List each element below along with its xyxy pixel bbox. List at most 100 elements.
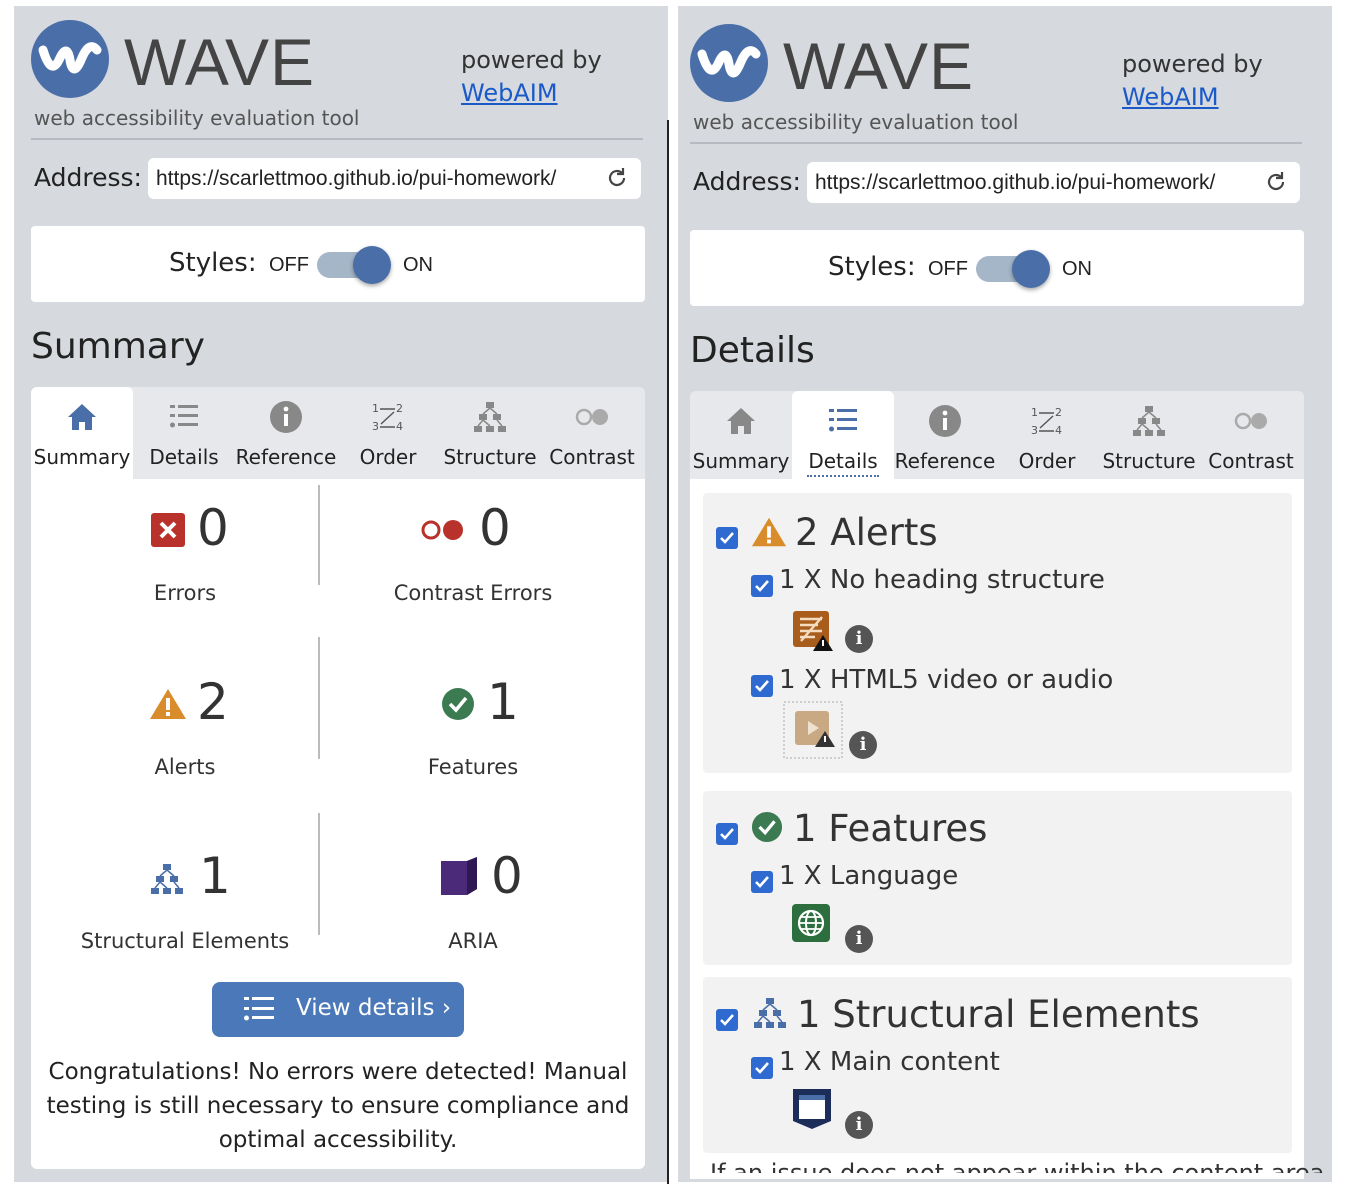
summary-body: 0 Errors 0 Contrast Errors 2 Alerts 1 Fe… <box>31 479 645 1169</box>
stat-aria[interactable]: 0 ARIA <box>323 847 623 967</box>
stat-count: 1 <box>199 847 231 905</box>
tab-label: Contrast <box>549 445 635 469</box>
stat-structural-elements[interactable]: 1 Structural Elements <box>35 847 335 967</box>
tab-reference[interactable]: Reference <box>894 391 996 483</box>
tab-label: Details <box>149 445 219 469</box>
info-icon <box>270 401 302 433</box>
wave-details-panel: WAVE web accessibility evaluation tool p… <box>678 6 1332 1182</box>
stat-label: Structural Elements <box>80 929 290 953</box>
group-checkbox[interactable] <box>716 823 738 845</box>
address-label: Address: <box>693 167 801 196</box>
tab-label: Structure <box>443 445 537 469</box>
video-alert-icon[interactable] <box>783 701 843 759</box>
address-field[interactable]: https://scarlettmoo.github.io/pui-homewo… <box>807 162 1300 203</box>
item-checkbox[interactable] <box>751 575 773 597</box>
wave-logo-icon <box>31 20 109 98</box>
congrats-message: Congratulations! No errors were detected… <box>46 1059 630 1153</box>
stat-alerts[interactable]: 2 Alerts <box>35 673 335 793</box>
info-icon[interactable]: i <box>845 925 873 953</box>
app-subtitle: web accessibility evaluation tool <box>34 106 360 130</box>
webaim-link[interactable]: WebAIM <box>461 79 558 107</box>
reload-icon[interactable] <box>1264 170 1288 194</box>
styles-toggle[interactable] <box>317 246 391 284</box>
stat-count: 2 <box>197 673 229 731</box>
svg-text:2: 2 <box>396 402 403 415</box>
address-field[interactable]: https://scarlettmoo.github.io/pui-homewo… <box>148 158 641 199</box>
tab-summary[interactable]: Summary <box>31 387 133 479</box>
tab-bar: Summary Details Reference 1 2 3 4 Order Str… <box>31 387 645 479</box>
tab-label: Order <box>1018 449 1076 473</box>
styles-on-label: ON <box>403 254 433 276</box>
tab-label: Order <box>359 445 417 469</box>
home-icon <box>68 404 96 430</box>
styles-on-label: ON <box>1062 258 1092 280</box>
stat-errors[interactable]: 0 Errors <box>35 499 335 619</box>
tab-contrast[interactable]: Contrast <box>1200 391 1302 483</box>
styles-label: Styles: <box>169 248 257 278</box>
view-details-label: View details › <box>296 995 452 1021</box>
tab-structure[interactable]: Structure <box>1098 391 1200 483</box>
tab-summary[interactable]: Summary <box>690 391 792 483</box>
tab-label: Details <box>807 449 879 477</box>
no-heading-icon[interactable] <box>791 609 833 651</box>
aria-cube-icon <box>441 857 477 895</box>
list-icon <box>829 409 857 432</box>
tab-details[interactable]: Details <box>133 387 235 479</box>
styles-toggle-box: Styles: OFF ON <box>690 230 1304 306</box>
stat-label: Contrast Errors <box>393 581 553 605</box>
header-divider <box>31 138 643 140</box>
tab-reference[interactable]: Reference <box>235 387 337 479</box>
toggle-knob[interactable] <box>1012 250 1050 288</box>
toggle-knob[interactable] <box>353 246 391 284</box>
item-label: 1 X No heading structure <box>779 565 1105 595</box>
structure-icon <box>474 402 506 432</box>
info-icon[interactable]: i <box>845 1111 873 1139</box>
group-checkbox[interactable] <box>716 527 738 549</box>
tab-contrast[interactable]: Contrast <box>541 387 643 479</box>
stat-count: 1 <box>487 673 519 731</box>
svg-text:1: 1 <box>372 402 379 415</box>
stat-count: 0 <box>479 499 511 557</box>
styles-off-label: OFF <box>269 254 309 276</box>
info-icon[interactable]: i <box>845 625 873 653</box>
address-input[interactable]: https://scarlettmoo.github.io/pui-homewo… <box>156 167 592 191</box>
alert-icon <box>150 689 186 719</box>
tab-order[interactable]: 1 2 3 4 Order <box>996 391 1098 483</box>
group-checkbox[interactable] <box>716 1009 738 1031</box>
panel-divider <box>667 120 669 1184</box>
svg-text:4: 4 <box>1055 424 1062 437</box>
info-icon[interactable]: i <box>849 731 877 759</box>
styles-toggle[interactable] <box>976 250 1050 288</box>
item-label: 1 X Language <box>779 861 959 891</box>
truncated-footer-text: If an issue does not appear within the c… <box>710 1159 1332 1173</box>
main-content-icon[interactable] <box>791 1087 833 1131</box>
tab-details[interactable]: Details <box>792 391 894 483</box>
stat-label: Features <box>427 755 519 779</box>
app-title: WAVE <box>783 29 975 103</box>
view-details-button[interactable]: View details › <box>212 982 464 1037</box>
styles-off-label: OFF <box>928 258 968 280</box>
reload-icon[interactable] <box>605 166 629 190</box>
item-checkbox[interactable] <box>751 675 773 697</box>
section-title: Summary <box>31 326 205 367</box>
app-subtitle: web accessibility evaluation tool <box>693 110 1019 134</box>
tab-label: Contrast <box>1208 449 1294 473</box>
tab-order[interactable]: 1 2 3 4 Order <box>337 387 439 479</box>
item-checkbox[interactable] <box>751 1057 773 1079</box>
group-title: 2 Alerts <box>795 511 938 554</box>
styles-label: Styles: <box>828 252 916 282</box>
tab-label: Structure <box>1102 449 1196 473</box>
globe-icon[interactable] <box>791 903 831 943</box>
stat-label: Alerts <box>154 755 216 779</box>
address-input[interactable]: https://scarlettmoo.github.io/pui-homewo… <box>815 171 1251 195</box>
stat-features[interactable]: 1 Features <box>323 673 623 793</box>
wave-logo-icon <box>690 24 768 102</box>
structure-icon <box>754 998 786 1028</box>
item-checkbox[interactable] <box>751 871 773 893</box>
webaim-link[interactable]: WebAIM <box>1122 83 1219 111</box>
alert-icon <box>751 517 787 547</box>
tab-structure[interactable]: Structure <box>439 387 541 479</box>
info-icon <box>929 405 961 437</box>
stat-count: 0 <box>491 847 523 905</box>
stat-contrast-errors[interactable]: 0 Contrast Errors <box>323 499 623 619</box>
